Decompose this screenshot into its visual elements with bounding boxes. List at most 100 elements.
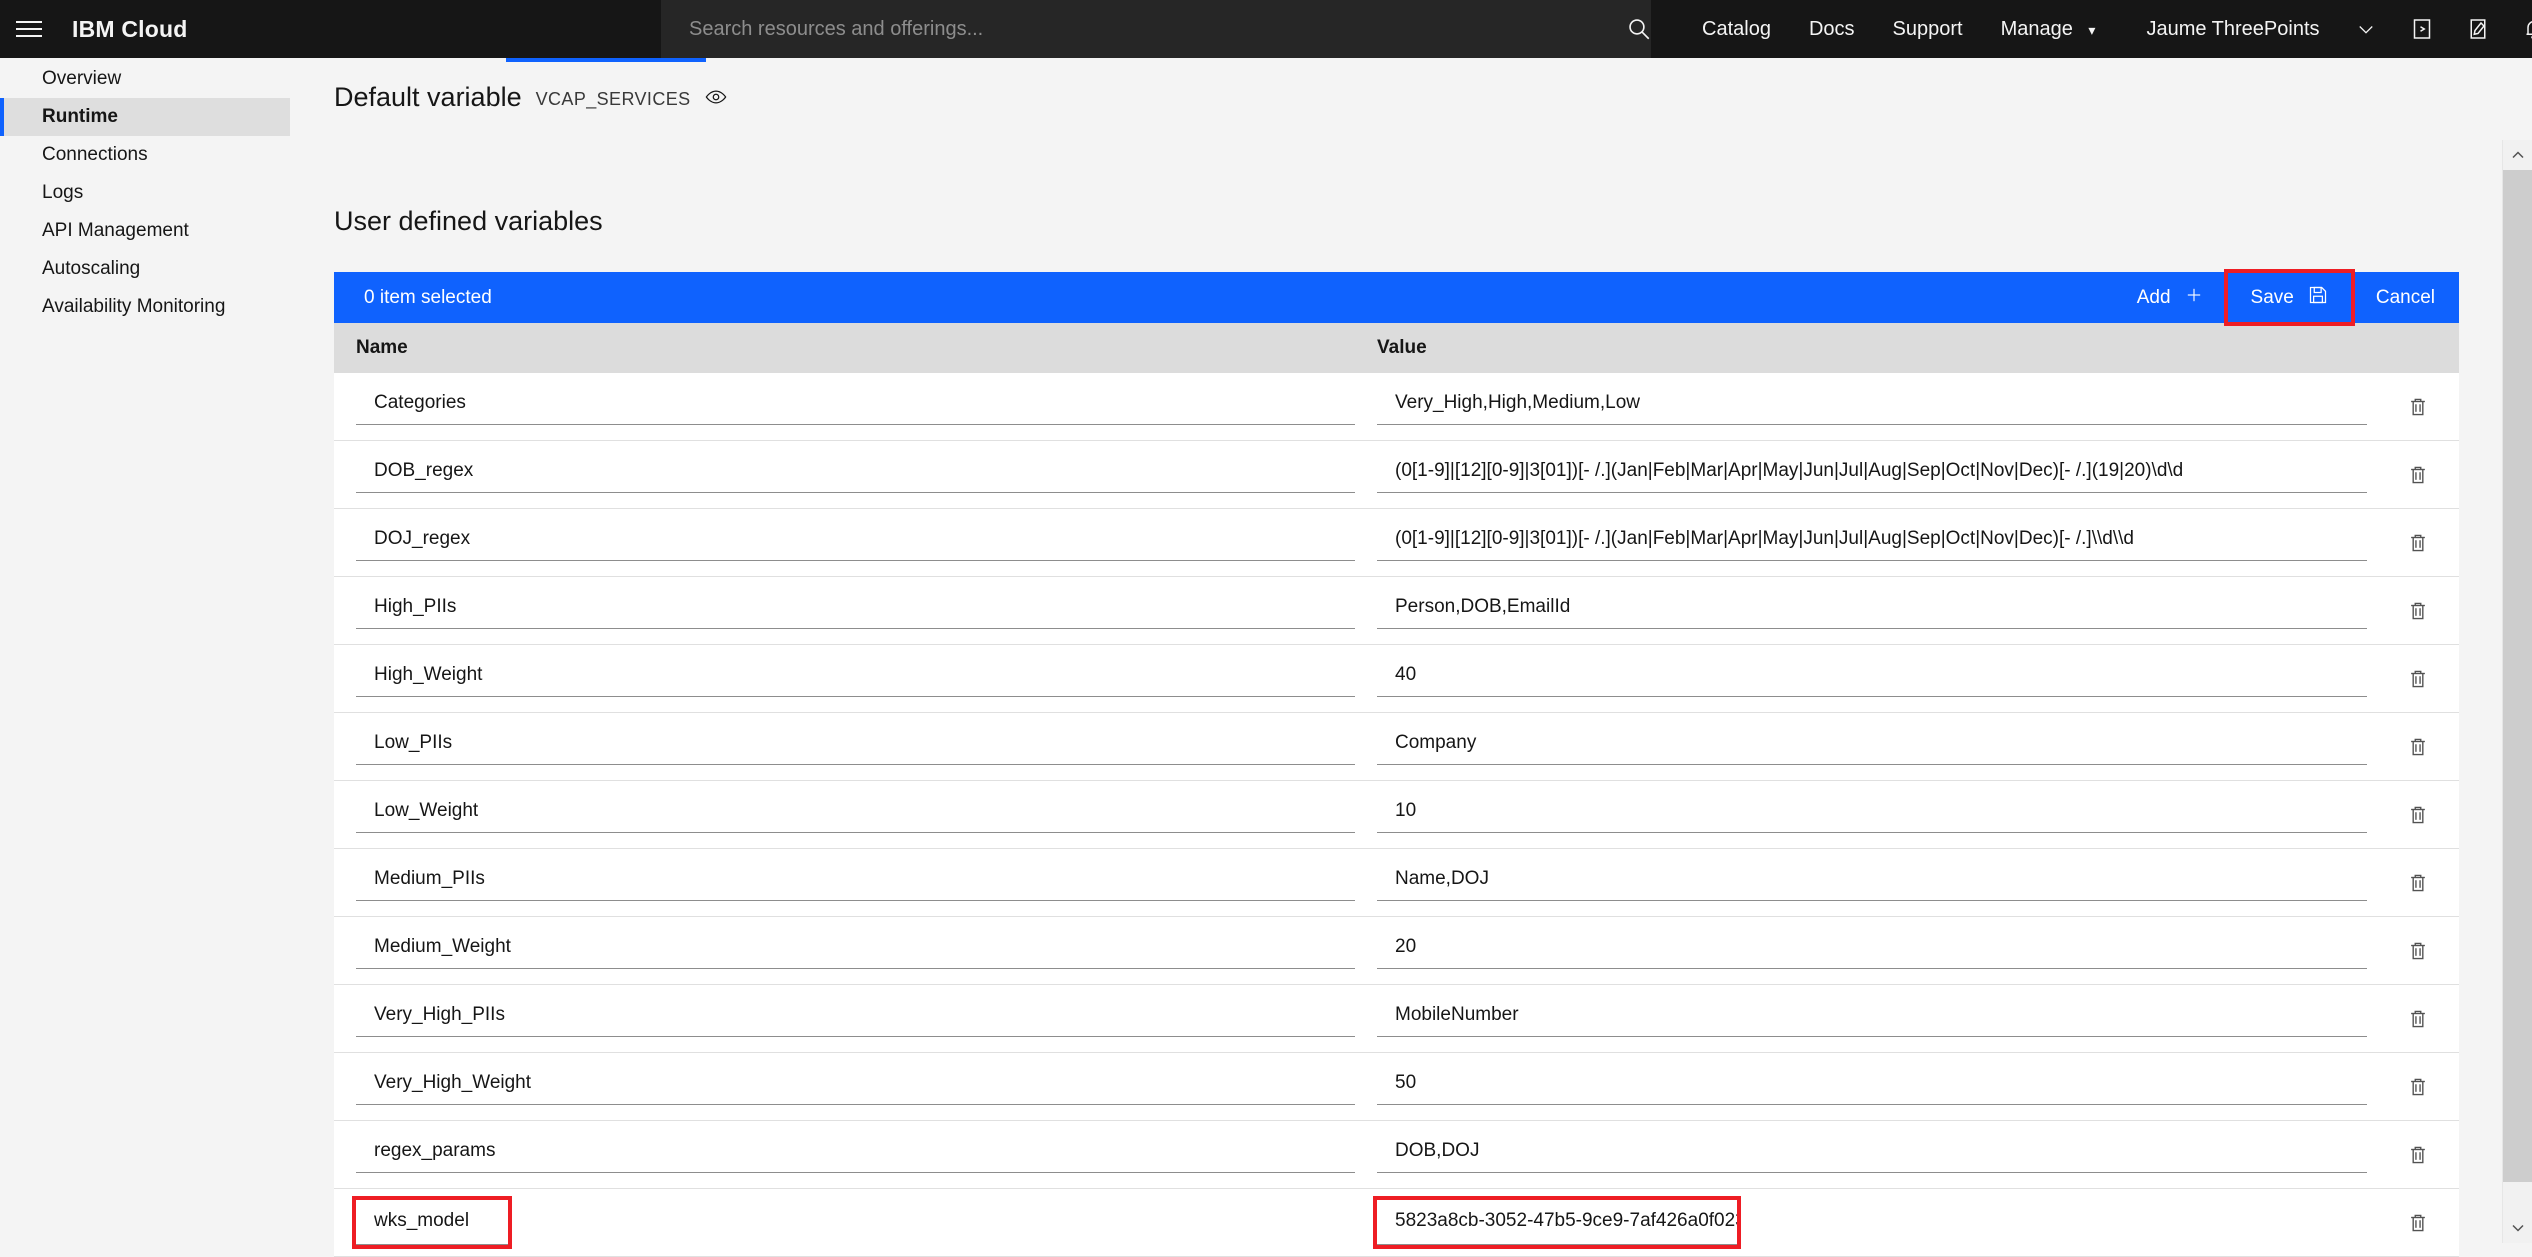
variable-name-input[interactable] — [356, 932, 1355, 969]
row-delete-cell — [2377, 736, 2459, 758]
variable-value-input[interactable] — [1377, 660, 2367, 697]
trash-delete-icon[interactable] — [2407, 1008, 2429, 1030]
nav-support[interactable]: Support — [1874, 0, 1982, 58]
trash-delete-icon[interactable] — [2407, 600, 2429, 622]
row-value-cell — [1377, 388, 2377, 425]
trash-delete-icon[interactable] — [2407, 872, 2429, 894]
variable-value-input[interactable] — [1377, 1136, 2367, 1173]
variable-value-input[interactable] — [1377, 1068, 2367, 1105]
sidebar-item-runtime[interactable]: Runtime — [0, 98, 290, 136]
notification-bell-icon[interactable] — [2506, 0, 2532, 58]
variable-value-input[interactable] — [1377, 388, 2367, 425]
column-header-value: Value — [1377, 337, 2377, 359]
search-icon[interactable] — [1610, 0, 1668, 58]
add-button-label: Add — [2137, 287, 2171, 309]
variable-value-input[interactable] — [1377, 864, 2367, 901]
variable-name-input[interactable] — [356, 728, 1355, 765]
row-name-cell — [334, 660, 1377, 697]
table-row-highlighted — [334, 1189, 2459, 1257]
cancel-button[interactable]: Cancel — [2352, 272, 2459, 323]
save-button[interactable]: Save — [2227, 272, 2352, 323]
sidebar-item-availability-monitoring[interactable]: Availability Monitoring — [0, 288, 290, 326]
row-value-cell — [1377, 456, 2377, 493]
account-chevron-down-icon[interactable] — [2338, 0, 2394, 58]
variable-name-input[interactable] — [356, 524, 1355, 561]
trash-delete-icon[interactable] — [2407, 940, 2429, 962]
variable-value-input[interactable] — [1377, 932, 2367, 969]
variable-name-input[interactable] — [356, 456, 1355, 493]
active-tab-indicator — [506, 58, 706, 62]
variable-name-input[interactable] — [356, 1068, 1355, 1105]
nav-docs[interactable]: Docs — [1790, 0, 1874, 58]
row-name-cell — [334, 1068, 1377, 1105]
variable-value-input[interactable] — [1377, 456, 2367, 493]
nav-manage[interactable]: Manage ▾ — [1982, 0, 2115, 59]
scroll-up-arrow-icon[interactable] — [2503, 140, 2532, 170]
nav-catalog[interactable]: Catalog — [1683, 0, 1790, 58]
account-selector[interactable]: Jaume ThreePoints — [2128, 0, 2337, 58]
row-name-cell — [334, 796, 1377, 833]
variable-value-input[interactable] — [1377, 524, 2367, 561]
scroll-down-arrow-icon[interactable] — [2503, 1213, 2532, 1243]
trash-delete-icon[interactable] — [2407, 532, 2429, 554]
variable-value-input[interactable] — [1377, 1000, 2367, 1037]
trash-delete-icon[interactable] — [2407, 804, 2429, 826]
ibm-cloud-brand[interactable]: IBM Cloud — [72, 16, 188, 43]
variable-name-input[interactable] — [356, 864, 1355, 901]
variable-name-input[interactable] — [356, 388, 1355, 425]
search-input[interactable] — [661, 18, 1651, 41]
variable-value-input[interactable] — [1377, 592, 2367, 629]
shell-terminal-icon[interactable] — [2394, 0, 2450, 58]
variables-table-body — [334, 373, 2459, 1257]
variable-value-input[interactable] — [1377, 728, 2367, 765]
row-name-cell — [334, 592, 1377, 629]
row-value-cell — [1377, 1068, 2377, 1105]
sidebar-item-logs[interactable]: Logs — [0, 174, 290, 212]
variable-value-input[interactable] — [1377, 1200, 1737, 1245]
variable-name-input[interactable] — [356, 592, 1355, 629]
row-value-cell — [1377, 1200, 2377, 1245]
trash-delete-icon[interactable] — [2407, 464, 2429, 486]
table-row — [334, 577, 2459, 645]
trash-delete-icon[interactable] — [2407, 1212, 2429, 1234]
trash-delete-icon[interactable] — [2407, 1076, 2429, 1098]
variable-value-input[interactable] — [1377, 796, 2367, 833]
sidebar-item-api-management[interactable]: API Management — [0, 212, 290, 250]
save-floppy-icon — [2308, 285, 2328, 311]
global-header: IBM Cloud Catalog Docs Support Manage ▾ … — [0, 0, 2532, 58]
sidebar-item-label: Availability Monitoring — [42, 296, 225, 317]
variable-name-input[interactable] — [356, 660, 1355, 697]
variable-name-input[interactable] — [356, 1200, 508, 1245]
eye-visibility-icon[interactable] — [705, 86, 727, 110]
sidebar-item-overview[interactable]: Overview — [0, 60, 290, 98]
sidebar-item-connections[interactable]: Connections — [0, 136, 290, 174]
trash-delete-icon[interactable] — [2407, 736, 2429, 758]
nav-docs-label: Docs — [1809, 18, 1855, 40]
global-search[interactable] — [661, 0, 1651, 58]
edit-pencil-icon[interactable] — [2450, 0, 2506, 58]
main-content: Default variable VCAP_SERVICES User defi… — [290, 58, 2532, 1243]
row-name-cell — [334, 932, 1377, 969]
variable-name-input[interactable] — [356, 796, 1355, 833]
sidebar-item-autoscaling[interactable]: Autoscaling — [0, 250, 290, 288]
variable-name-input[interactable] — [356, 1000, 1355, 1037]
vertical-scrollbar[interactable] — [2502, 140, 2532, 1243]
row-value-cell — [1377, 660, 2377, 697]
nav-manage-label: Manage — [2001, 18, 2073, 40]
row-value-cell — [1377, 592, 2377, 629]
row-name-cell — [334, 1000, 1377, 1037]
hamburger-menu-icon[interactable] — [0, 0, 58, 58]
variable-name-input[interactable] — [356, 1136, 1355, 1173]
sidebar-item-label: Connections — [42, 144, 148, 165]
trash-delete-icon[interactable] — [2407, 396, 2429, 418]
trash-delete-icon[interactable] — [2407, 1144, 2429, 1166]
scrollbar-thumb[interactable] — [2503, 170, 2532, 1182]
row-delete-cell — [2377, 396, 2459, 418]
row-value-cell — [1377, 1000, 2377, 1037]
table-row — [334, 985, 2459, 1053]
table-action-bar: 0 item selected Add Save — [334, 272, 2459, 323]
row-delete-cell — [2377, 668, 2459, 690]
trash-delete-icon[interactable] — [2407, 668, 2429, 690]
add-button[interactable]: Add — [2113, 272, 2227, 323]
row-delete-cell — [2377, 532, 2459, 554]
